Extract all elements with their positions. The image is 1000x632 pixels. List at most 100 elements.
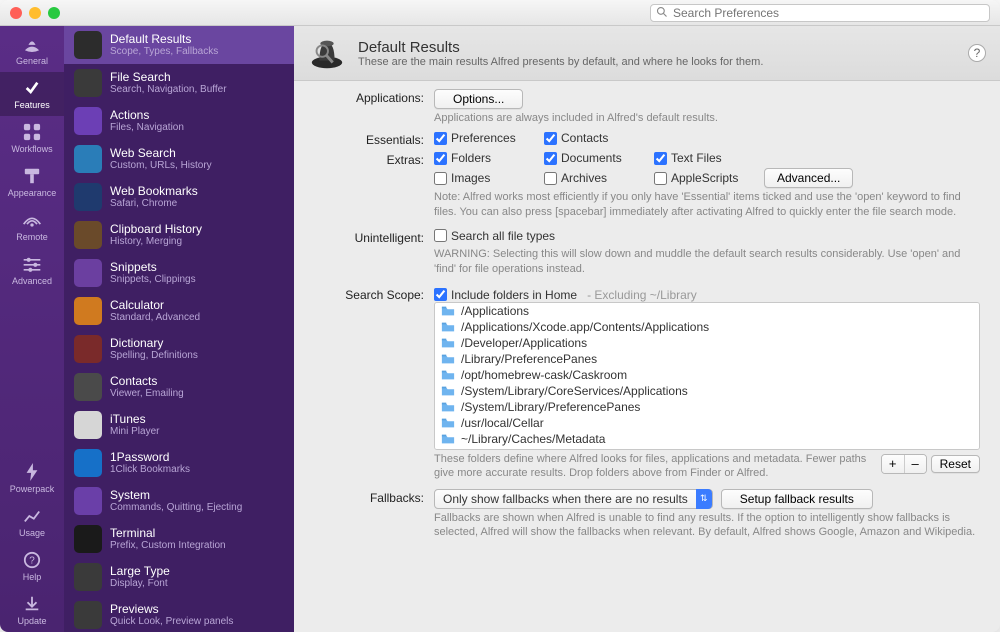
sidebar-item-powerpack[interactable]: Powerpack <box>0 456 64 500</box>
scope-folder-row[interactable]: /System/Library/PreferencePanes <box>435 399 979 415</box>
applescripts-checkbox[interactable]: AppleScripts <box>654 168 746 188</box>
scope-folder-row[interactable]: /System/Library/CoreServices/Application… <box>435 383 979 399</box>
sidebar-item-usage[interactable]: Usage <box>0 500 64 544</box>
feature-subtitle: Scope, Types, Fallbacks <box>110 46 218 57</box>
feature-item-itunes[interactable]: iTunes Mini Player <box>64 406 294 444</box>
sidebar-item-update[interactable]: Update <box>0 588 64 632</box>
textfiles-checkbox[interactable]: Text Files <box>654 151 746 165</box>
feature-item-previews[interactable]: Previews Quick Look, Preview panels <box>64 596 294 632</box>
scope-folder-row[interactable]: /Developer/Applications <box>435 335 979 351</box>
feature-title: System <box>110 489 242 502</box>
feature-subtitle: Display, Font <box>110 578 170 589</box>
images-checkbox[interactable]: Images <box>434 168 526 188</box>
minimize-icon[interactable] <box>29 7 41 19</box>
fallbacks-select[interactable]: Only show fallbacks when there are no re… <box>434 489 713 509</box>
feature-subtitle: Prefix, Custom Integration <box>110 540 226 551</box>
scope-folder-row[interactable]: /Applications/Xcode.app/Contents/Applica… <box>435 319 979 335</box>
scope-folder-path: /Developer/Applications <box>461 336 587 350</box>
scope-folder-path: /usr/local/Cellar <box>461 416 544 430</box>
feature-title: Web Bookmarks <box>110 185 198 198</box>
feature-item-dictionary[interactable]: Dictionary Spelling, Definitions <box>64 330 294 368</box>
feature-title: Large Type <box>110 565 170 578</box>
scope-folder-row[interactable]: /opt/homebrew-cask/Caskroom <box>435 367 979 383</box>
folder-icon <box>441 417 455 429</box>
zoom-icon[interactable] <box>48 7 60 19</box>
help-button[interactable]: ? <box>968 44 986 62</box>
scope-folder-row[interactable]: /Applications <box>435 303 979 319</box>
close-icon[interactable] <box>10 7 22 19</box>
feature-subtitle: Mini Player <box>110 426 159 437</box>
advanced-button[interactable]: Advanced... <box>764 168 853 188</box>
folder-icon <box>441 369 455 381</box>
grid-icon <box>23 123 41 141</box>
scope-reset-button[interactable]: Reset <box>931 455 980 473</box>
sidebar-item-advanced[interactable]: Advanced <box>0 248 64 292</box>
feature-item-web-search[interactable]: Web Search Custom, URLs, History <box>64 140 294 178</box>
feature-icon <box>74 411 102 439</box>
titlebar <box>0 0 1000 26</box>
content-area: Default Results These are the main resul… <box>294 26 1000 632</box>
feature-item-file-search[interactable]: File Search Search, Navigation, Buffer <box>64 64 294 102</box>
scope-folder-path: /opt/homebrew-cask/Caskroom <box>461 368 627 382</box>
sidebar-label: Advanced <box>0 276 64 286</box>
folder-icon <box>441 385 455 397</box>
contacts-checkbox[interactable]: Contacts <box>544 131 636 145</box>
feature-subtitle: Quick Look, Preview panels <box>110 616 233 627</box>
sidebar-label: Usage <box>0 528 64 538</box>
feature-item-clipboard-history[interactable]: Clipboard History History, Merging <box>64 216 294 254</box>
scope-folder-row[interactable]: /usr/local/Cellar <box>435 415 979 431</box>
scope-folder-path: /Library/PreferencePanes <box>461 352 597 366</box>
scope-note: These folders define where Alfred looks … <box>434 452 881 481</box>
sidebar-label: General <box>0 56 64 66</box>
feature-title: Terminal <box>110 527 226 540</box>
feature-item-1password[interactable]: 1Password 1Click Bookmarks <box>64 444 294 482</box>
sidebar-item-features[interactable]: Features <box>0 72 64 116</box>
feature-item-terminal[interactable]: Terminal Prefix, Custom Integration <box>64 520 294 558</box>
folders-checkbox[interactable]: Folders <box>434 151 526 165</box>
search-input[interactable] <box>650 4 990 22</box>
sidebar-item-help[interactable]: ? Help <box>0 544 64 588</box>
feature-title: File Search <box>110 71 227 84</box>
svg-text:?: ? <box>29 556 35 567</box>
feature-item-contacts[interactable]: Contacts Viewer, Emailing <box>64 368 294 406</box>
scope-remove-button[interactable]: – <box>904 455 926 473</box>
scope-add-remove: + – <box>881 454 927 474</box>
sidebar-label: Update <box>0 616 64 626</box>
feature-title: Previews <box>110 603 233 616</box>
feature-subtitle: Safari, Chrome <box>110 198 198 209</box>
feature-item-calculator[interactable]: Calculator Standard, Advanced <box>64 292 294 330</box>
help-icon: ? <box>23 551 41 569</box>
options-button[interactable]: Options... <box>434 89 523 109</box>
archives-checkbox[interactable]: Archives <box>544 168 636 188</box>
sidebar-item-appearance[interactable]: Appearance <box>0 160 64 204</box>
sidebar-item-remote[interactable]: Remote <box>0 204 64 248</box>
feature-item-snippets[interactable]: Snippets Snippets, Clippings <box>64 254 294 292</box>
include-home-checkbox[interactable]: Include folders in Home <box>434 288 577 302</box>
documents-checkbox[interactable]: Documents <box>544 151 636 165</box>
feature-title: iTunes <box>110 413 159 426</box>
feature-item-system[interactable]: System Commands, Quitting, Ejecting <box>64 482 294 520</box>
feature-item-default-results[interactable]: Default Results Scope, Types, Fallbacks <box>64 26 294 64</box>
sidebar-item-workflows[interactable]: Workflows <box>0 116 64 160</box>
scope-label: Search Scope: <box>314 286 434 481</box>
extras-note: Note: Alfred works most efficiently if y… <box>434 190 980 219</box>
scope-add-button[interactable]: + <box>882 455 904 473</box>
sidebar-item-general[interactable]: General <box>0 28 64 72</box>
preferences-checkbox[interactable]: Preferences <box>434 131 526 145</box>
folder-icon <box>441 401 455 413</box>
scope-folder-row[interactable]: /Library/PreferencePanes <box>435 351 979 367</box>
feature-item-actions[interactable]: Actions Files, Navigation <box>64 102 294 140</box>
search-all-checkbox[interactable]: Search all file types <box>434 229 555 243</box>
essentials-label: Essentials: <box>314 131 434 147</box>
feature-item-large-type[interactable]: Large Type Display, Font <box>64 558 294 596</box>
scope-folder-list[interactable]: /Applications/Applications/Xcode.app/Con… <box>434 302 980 450</box>
feature-title: Clipboard History <box>110 223 202 236</box>
feature-item-web-bookmarks[interactable]: Web Bookmarks Safari, Chrome <box>64 178 294 216</box>
scope-folder-row[interactable]: ~/Library/Caches/Metadata <box>435 431 979 447</box>
feature-icon <box>74 145 102 173</box>
setup-fallback-button[interactable]: Setup fallback results <box>721 489 873 509</box>
download-icon <box>23 595 41 613</box>
default-results-icon <box>308 34 346 72</box>
preferences-window: General Features Workflows Appearance Re… <box>0 0 1000 632</box>
feature-icon <box>74 563 102 591</box>
